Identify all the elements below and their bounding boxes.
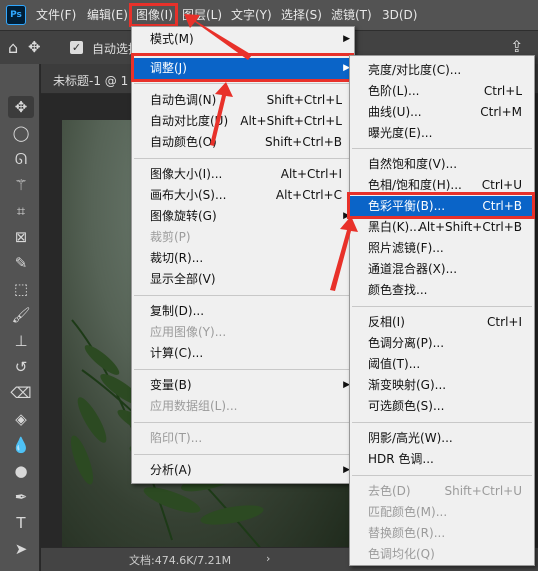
arrow-to-adjustments: [210, 82, 233, 146]
arrow-to-color-balance: [330, 216, 358, 291]
arrow-to-image-menu: [184, 14, 252, 60]
annotation-arrows: [184, 14, 358, 291]
